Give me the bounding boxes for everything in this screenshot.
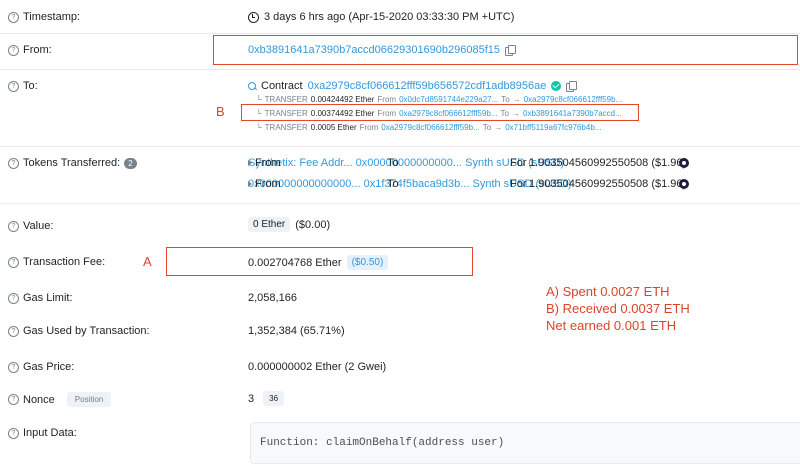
gas-price-row: ? Gas Price: 0.000000002 Ether (2 Gwei) <box>0 359 800 375</box>
transfer-to-link[interactable]: 0x71bff5119a67fc976b4b... <box>505 123 601 132</box>
token-transfer-1: From Synthetix: Fee Addr... To 0x0000000… <box>248 157 788 171</box>
transfer-from-link[interactable]: 0xa2979c8cf066612fff59b... <box>381 123 479 132</box>
question-icon[interactable]: ? <box>8 157 19 169</box>
token-to-link[interactable]: 0x1f374f5baca9d3b... <box>364 178 470 190</box>
token-count-badge: 2 <box>124 157 137 169</box>
timestamp-value: 3 days 6 hrs ago (Apr-15-2020 03:33:30 P… <box>264 11 515 23</box>
annotation-line-received: B) Received 0.0037 ETH <box>546 301 690 316</box>
question-icon[interactable]: ? <box>8 44 19 56</box>
value-usd: ($0.00) <box>295 218 331 231</box>
question-icon[interactable]: ? <box>8 11 19 23</box>
to-label: To: <box>23 80 38 92</box>
value-row: ? Value: 0 Ether ($0.00) <box>0 217 800 235</box>
contract-prefix: Contract <box>261 80 303 92</box>
transfer-to-link[interactable]: 0xa2979c8cf066612fff59b... <box>524 95 622 104</box>
divider <box>0 146 800 147</box>
input-data-box[interactable]: Function: claimOnBehalf(address user) <box>250 422 800 464</box>
gas-used-label: Gas Used by Transaction: <box>23 325 150 337</box>
question-icon[interactable]: ? <box>8 325 19 337</box>
check-icon <box>551 81 562 91</box>
caret-right-icon <box>248 181 252 187</box>
divider <box>0 33 800 34</box>
question-icon[interactable]: ? <box>8 361 19 373</box>
annotation-line-net: Net earned 0.001 ETH <box>546 318 677 333</box>
timestamp-row: ? Timestamp: 3 days 6 hrs ago (Apr-15-202… <box>0 9 800 25</box>
nonce-value: 3 <box>248 392 255 405</box>
from-label: From: <box>23 44 52 56</box>
question-icon[interactable]: ? <box>8 80 19 92</box>
input-data-label: Input Data: <box>23 427 77 439</box>
question-icon[interactable]: ? <box>8 394 19 405</box>
gas-price-value: 0.000000002 Ether (2 Gwei) <box>248 361 387 373</box>
synth-token-icon <box>679 179 689 189</box>
nonce-position-badge: Position <box>66 392 112 407</box>
value-ether-badge: 0 Ether <box>248 217 291 232</box>
clock-icon <box>248 11 259 23</box>
question-icon[interactable]: ? <box>8 256 19 268</box>
copy-icon[interactable] <box>566 81 578 92</box>
synth-token-icon <box>679 158 689 168</box>
gas-limit-value: 2,058,166 <box>248 292 297 304</box>
divider <box>0 203 800 204</box>
nonce-label: Nonce <box>23 393 55 406</box>
question-icon[interactable]: ? <box>8 292 19 304</box>
question-icon[interactable]: ? <box>8 220 19 232</box>
annotation-line-spent: A) Spent 0.0027 ETH <box>546 284 670 299</box>
input-data-code: Function: claimOnBehalf(address user) <box>260 437 505 449</box>
search-icon <box>248 82 256 90</box>
fee-label: Transaction Fee: <box>23 256 106 268</box>
annotation-notes: A) Spent 0.0027 ETH B) Received 0.0037 E… <box>546 283 690 334</box>
internal-transfer-3: └ TRANSFER 0.0005 Ether From 0xa2979c8cf0666… <box>256 123 602 132</box>
caret-right-icon <box>248 160 252 166</box>
gas-limit-label: Gas Limit: <box>23 292 73 304</box>
marker-a: A <box>143 254 152 269</box>
internal-transfer-1: └ TRANSFER 0.00424492 Ether From 0x0dc7d8591… <box>256 95 623 104</box>
position-value-badge: 36 <box>263 391 285 406</box>
timestamp-label: Timestamp: <box>23 11 81 23</box>
transfer-from-link[interactable]: 0x0dc7d8591744e229a27... <box>399 95 498 104</box>
divider <box>0 69 800 70</box>
transfer-b-highlight-box <box>241 104 639 121</box>
marker-b: B <box>216 104 225 119</box>
token-to-link[interactable]: 0x00000000000000... <box>356 157 462 169</box>
token-transfer-2: From 0x000000000000000... To 0x1f374f5ba… <box>248 178 788 192</box>
fee-highlight-box <box>166 247 473 276</box>
value-label: Value: <box>23 220 54 232</box>
gas-price-label: Gas Price: <box>23 361 75 373</box>
gas-used-value: 1,352,384 (65.71%) <box>248 325 345 337</box>
question-icon[interactable]: ? <box>8 427 19 439</box>
nonce-row: ? Nonce Position 3 36 <box>0 390 800 408</box>
tokens-label: Tokens Transferred: <box>23 157 121 169</box>
from-highlight-box <box>213 35 798 65</box>
contract-address-link[interactable]: 0xa2979c8cf066612fff59b656572cdf1adb8956… <box>308 80 547 92</box>
